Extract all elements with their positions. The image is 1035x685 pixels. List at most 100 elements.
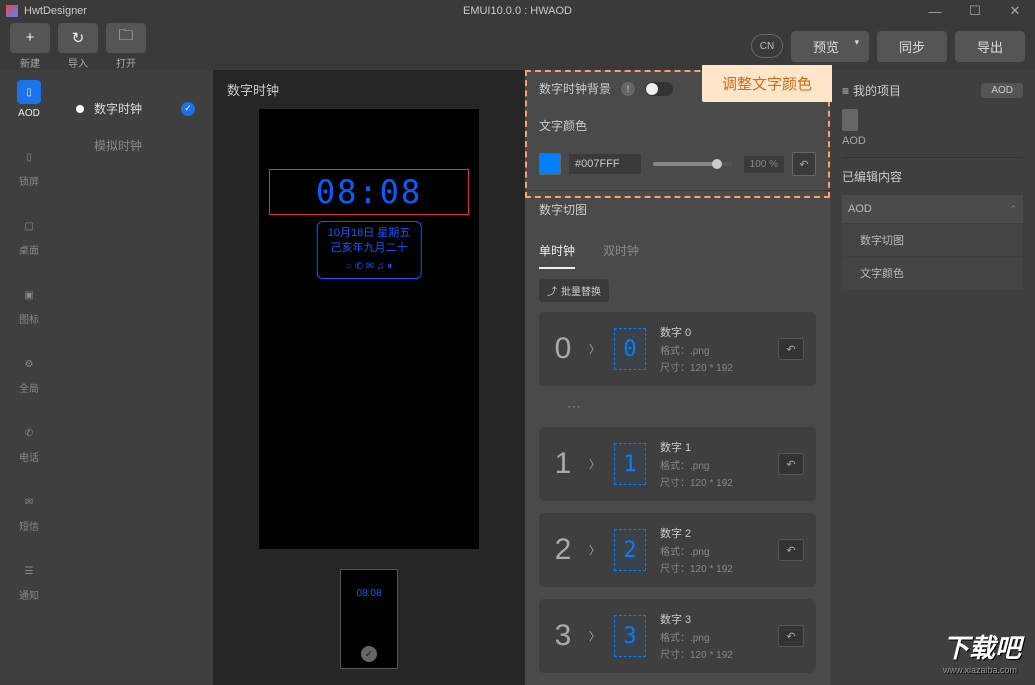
text-color-label: 文字颜色 [539,117,587,134]
language-toggle[interactable]: CN [751,34,783,58]
digit-card-2[interactable]: 2〉2数字 2格式：.png尺寸：120 * 192↶ [539,513,816,587]
check-icon: ✓ [181,102,195,116]
digit-reset-button[interactable]: ↶ [778,539,804,561]
module-label: 数字时钟 [94,100,142,117]
callout-label: 调整文字颜色 [702,65,832,102]
tree-item[interactable]: 文字颜色 [842,257,1023,290]
phone-canvas[interactable]: 08:08 10月18日 星期五 己亥年九月二十 ○ ✆ ✉ ♫ ⏸ [259,109,479,549]
color-swatch[interactable] [539,153,561,175]
module-label: 模拟时钟 [94,137,142,154]
tree-item-label: 数字切图 [860,232,904,248]
project-node-icon[interactable] [842,109,858,131]
new-button[interactable]: + [10,23,50,53]
rail-item-短信[interactable]: ✉短信 [17,490,41,533]
digit-name: 数字 2 [660,525,764,541]
rail-item-通知[interactable]: ☰ 通知 [17,559,41,602]
breadcrumb-label[interactable]: 我的项目 [853,82,901,99]
chevron-up-icon: ⌃ [1009,204,1017,215]
digit-reset-button[interactable]: ↶ [778,625,804,647]
radio-unselected-icon [76,142,84,150]
tree-item-label: 文字颜色 [860,265,904,281]
digit-name: 数字 1 [660,439,764,455]
date-panel[interactable]: 10月18日 星期五 己亥年九月二十 ○ ✆ ✉ ♫ ⏸ [317,221,422,279]
bg-toggle[interactable] [645,82,673,96]
rail-icon: ☰ [17,559,41,583]
rail-item-全局[interactable]: ⚙全局 [17,352,41,395]
project-node-label[interactable]: AOD [842,135,866,147]
app-name: HwtDesigner [24,5,87,17]
arrow-right-icon: 〉 [589,628,600,644]
radio-selected-icon [76,105,84,113]
rail-label: 图标 [19,311,39,326]
reset-color-button[interactable]: ↶ [792,152,816,176]
digit-original: 2 [551,533,575,567]
rail-item-AOD[interactable]: ▯AOD [17,80,41,119]
maximize-button[interactable]: ☐ [955,0,995,22]
digit-original: 0 [551,332,575,366]
date-line-2: 己亥年九月二十 [328,241,411,256]
watermark: 下载吧 www.xiazaiba.com [943,628,1021,675]
thumb-time: 08:08 [356,588,381,599]
export-button[interactable]: 导出 [955,31,1025,62]
rail-label: 通知 [19,587,39,602]
digit-card-3[interactable]: 3〉3数字 3格式：.png尺寸：120 * 192↶ [539,599,816,673]
minimize-button[interactable]: — [915,0,955,22]
rail-item-图标[interactable]: ▣ 图标 [17,283,41,326]
digit-reset-button[interactable]: ↶ [778,338,804,360]
import-button[interactable]: ↻ [58,23,98,53]
batch-replace-button[interactable]: ⤴ 批量替换 [539,279,609,302]
tab-single-clock[interactable]: 单时钟 [539,234,575,269]
digit-card-0[interactable]: 0〉0数字 0格式：.png尺寸：120 * 192↶ [539,312,816,386]
digit-section-label: 数字切图 [539,201,587,218]
preview-button[interactable]: 预览 [791,31,869,62]
digit-reset-button[interactable]: ↶ [778,453,804,475]
rail-icon: ▯ [17,80,41,104]
tree-root[interactable]: AOD ⌃ [842,195,1023,224]
preview-thumbnail[interactable]: 08:08 ✓ [340,569,398,669]
rail-item-电话[interactable]: ✆电话 [17,421,41,464]
upload-icon: ⤴ [547,283,557,298]
color-hex-input[interactable] [569,154,641,174]
info-icon[interactable]: ! [621,82,635,96]
tree-item[interactable]: 数字切图 [842,224,1023,257]
rail-icon: ▯ [17,145,41,169]
open-label: 打开 [116,55,136,70]
module-digital-clock[interactable]: 数字时钟 ✓ [58,90,213,127]
ellipsis-icon: ⋯ [567,398,816,415]
digit-preview: 2 [614,529,646,571]
rail-icon: ▣ [17,283,41,307]
clock-selection[interactable]: 08:08 [269,169,469,215]
arrow-right-icon: 〉 [589,542,600,558]
digit-preview: 0 [614,328,646,370]
project-tag: AOD [981,83,1023,98]
watermark-url: www.xiazaiba.com [943,665,1021,675]
digit-size: 尺寸：120 * 192 [660,560,764,575]
digit-format: 格式：.png [660,457,764,472]
digit-format: 格式：.png [660,342,764,357]
import-label: 导入 [68,55,88,70]
rail-item-锁屏[interactable]: ▯锁屏 [17,145,41,188]
rail-label: 短信 [19,518,39,533]
digit-original: 3 [551,619,575,653]
clock-digits: 08:08 [316,173,422,211]
breadcrumb-icon: ≡ [842,84,849,98]
sync-button[interactable]: 同步 [877,31,947,62]
rail-icon: ✆ [17,421,41,445]
nav-rail: ▯AOD ▯锁屏 ▢桌面 ▣ 图标 ⚙全局 ✆电话 ✉短信 ☰ 通知 [0,70,58,685]
tab-double-clock[interactable]: 双时钟 [603,234,639,269]
open-button[interactable]: 🗀 [106,23,146,53]
digit-card-1[interactable]: 1〉1数字 1格式：.png尺寸：120 * 192↶ [539,427,816,501]
module-analog-clock[interactable]: 模拟时钟 [58,127,213,164]
thumb-check-icon: ✓ [361,646,377,662]
digit-name: 数字 0 [660,324,764,340]
rail-item-桌面[interactable]: ▢桌面 [17,214,41,257]
opacity-slider[interactable] [653,162,732,166]
rail-label: 全局 [19,380,39,395]
watermark-text: 下载吧 [943,633,1021,663]
tree-root-label: AOD [848,203,872,215]
close-button[interactable]: ✕ [995,0,1035,22]
document-title: EMUI10.0.0 : HWAOD [463,5,572,17]
arrow-right-icon: 〉 [589,341,600,357]
batch-replace-label: 批量替换 [561,283,601,298]
rail-icon: ▢ [17,214,41,238]
